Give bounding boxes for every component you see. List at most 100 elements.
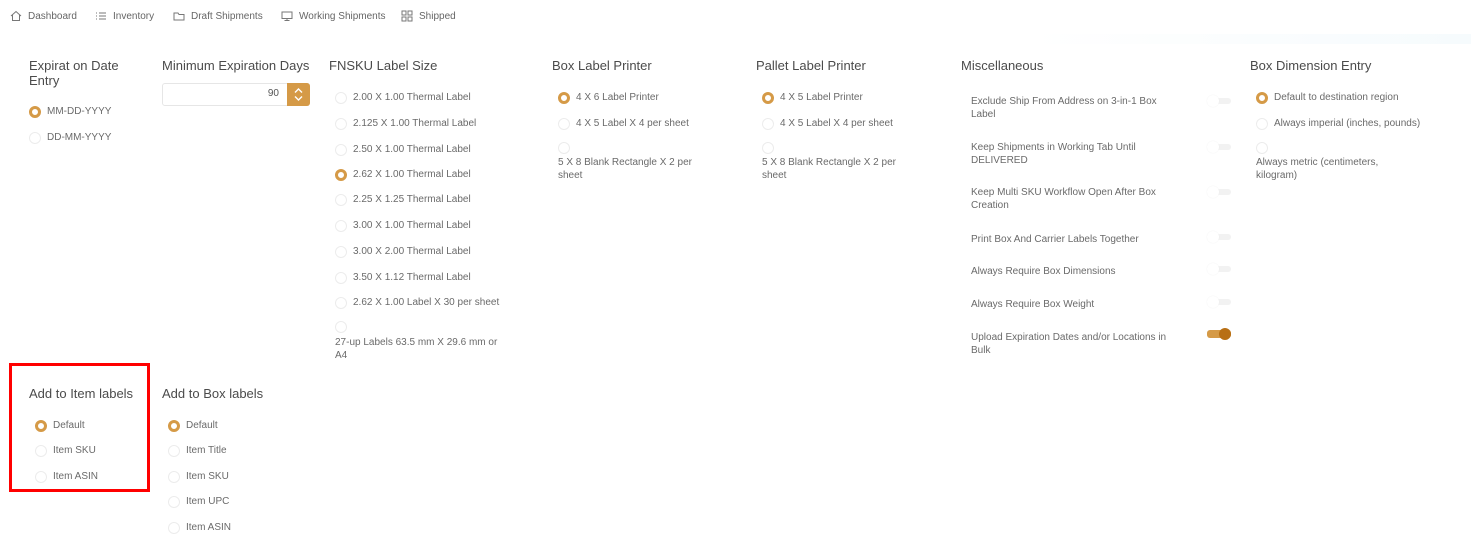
radio-dot[interactable]: [335, 144, 347, 156]
radio-box-printer-2[interactable]: 5 X 8 Blank Rectangle X 2 per sheet: [558, 141, 708, 182]
radio-dot[interactable]: [29, 132, 41, 144]
radio-fnsku-8[interactable]: 2.62 X 1.00 Label X 30 per sheet: [335, 296, 499, 309]
radio-fnsku-2[interactable]: 2.50 X 1.00 Thermal Label: [335, 143, 471, 156]
radio-dot[interactable]: [335, 194, 347, 206]
radio-dot[interactable]: [558, 92, 570, 104]
radio-label: 4 X 5 Label Printer: [780, 92, 863, 103]
misc-row-upload-expiration: Upload Expiration Dates and/or Locations…: [971, 328, 1231, 359]
radio-dot[interactable]: [335, 118, 347, 130]
number-stepper[interactable]: [287, 83, 310, 106]
toggle-knob[interactable]: [1207, 263, 1219, 275]
min-expiration-days-input[interactable]: 90: [162, 83, 310, 106]
nav-draft-shipments[interactable]: Draft Shipments: [173, 10, 263, 22]
misc-label: Upload Expiration Dates and/or Locations…: [971, 332, 1167, 356]
radio-fnsku-1[interactable]: 2.125 X 1.00 Thermal Label: [335, 117, 476, 130]
grid-icon: [401, 10, 413, 22]
monitor-icon: [281, 11, 293, 21]
radio-label: Default to destination region: [1274, 92, 1399, 103]
nav-label: Inventory: [113, 10, 155, 22]
radio-dot[interactable]: [558, 142, 570, 154]
radio-fnsku-7[interactable]: 3.50 X 1.12 Thermal Label: [335, 271, 471, 284]
radio-box-labels-sku[interactable]: Item SKU: [168, 470, 229, 483]
radio-mm-dd-yyyy[interactable]: MM-DD-YYYY: [29, 105, 111, 118]
nav-shipped[interactable]: Shipped: [401, 10, 456, 22]
radio-dot[interactable]: [168, 522, 180, 534]
toggle-require-weight[interactable]: [1207, 296, 1231, 308]
radio-pallet-printer-2[interactable]: 5 X 8 Blank Rectangle X 2 per sheet: [762, 141, 912, 182]
toggle-knob[interactable]: [1207, 95, 1219, 107]
toggle-require-dimensions[interactable]: [1207, 263, 1231, 275]
nav-inventory[interactable]: Inventory: [95, 10, 154, 22]
radio-fnsku-9[interactable]: 27-up Labels 63.5 mm X 29.6 mm or A4: [335, 320, 505, 362]
box-dimension-entry: Box Dimension Entry Default to destinati…: [1250, 58, 1450, 198]
radio-dot[interactable]: [1256, 118, 1268, 130]
radio-label: 4 X 5 Label X 4 per sheet: [780, 118, 893, 129]
stepper-arrows-icon[interactable]: [293, 87, 304, 102]
toggle-print-together[interactable]: [1207, 231, 1231, 243]
radio-dot[interactable]: [762, 92, 774, 104]
radio-dot[interactable]: [168, 420, 180, 432]
nav-label: Shipped: [419, 10, 456, 22]
radio-pallet-printer-0[interactable]: 4 X 5 Label Printer: [762, 91, 863, 104]
toggle-knob[interactable]: [1207, 186, 1219, 198]
radio-dot[interactable]: [335, 246, 347, 258]
radio-dot[interactable]: [335, 272, 347, 284]
radio-dot[interactable]: [335, 321, 347, 333]
miscellaneous: Miscellaneous Exclude Ship From Address …: [961, 58, 1231, 358]
radio-label: 27-up Labels 63.5 mm X 29.6 mm or A4: [335, 337, 498, 361]
section-title: Add to Box labels: [162, 386, 264, 401]
toggle-knob[interactable]: [1207, 231, 1219, 243]
radio-dot[interactable]: [558, 118, 570, 130]
radio-dot[interactable]: [1256, 92, 1268, 104]
radio-box-labels-asin[interactable]: Item ASIN: [168, 521, 231, 534]
radio-dot[interactable]: [168, 471, 180, 483]
radio-dot[interactable]: [168, 445, 180, 457]
radio-label: Default: [186, 420, 218, 431]
radio-dot[interactable]: [29, 106, 41, 118]
toggle-keep-working-tab[interactable]: [1207, 141, 1231, 153]
fnsku-label-size: FNSKU Label Size 2.00 X 1.00 Thermal Lab…: [329, 58, 529, 368]
radio-fnsku-6[interactable]: 3.00 X 2.00 Thermal Label: [335, 245, 471, 258]
toggle-knob[interactable]: [1207, 141, 1219, 153]
radio-box-dim-1[interactable]: Always imperial (inches, pounds): [1256, 117, 1420, 130]
radio-dot[interactable]: [168, 496, 180, 508]
radio-pallet-printer-1[interactable]: 4 X 5 Label X 4 per sheet: [762, 117, 893, 130]
radio-box-labels-upc[interactable]: Item UPC: [168, 495, 229, 508]
radio-fnsku-3[interactable]: 2.62 X 1.00 Thermal Label: [335, 168, 471, 181]
misc-row-require-weight: Always Require Box Weight: [971, 296, 1231, 313]
radio-dd-mm-yyyy[interactable]: DD-MM-YYYY: [29, 131, 111, 144]
misc-label: Always Require Box Dimensions: [971, 266, 1116, 277]
radio-dot[interactable]: [762, 118, 774, 130]
radio-label: Item ASIN: [186, 522, 232, 533]
radio-box-dim-0[interactable]: Default to destination region: [1256, 91, 1399, 104]
radio-dot[interactable]: [335, 220, 347, 232]
toggle-exclude-ship-from[interactable]: [1207, 95, 1231, 107]
toggle-knob[interactable]: [1219, 328, 1231, 340]
nav-dashboard[interactable]: Dashboard: [10, 10, 77, 22]
radio-dot[interactable]: [335, 169, 347, 181]
top-nav: Dashboard Inventory Draft Shipments Work…: [0, 0, 1471, 34]
radio-label: Item SKU: [186, 471, 229, 482]
radio-fnsku-4[interactable]: 2.25 X 1.25 Thermal Label: [335, 193, 471, 206]
radio-box-labels-default[interactable]: Default: [168, 419, 218, 432]
radio-dot[interactable]: [335, 297, 347, 309]
radio-label: 3.50 X 1.12 Thermal Label: [353, 272, 471, 283]
radio-dot[interactable]: [335, 92, 347, 104]
radio-fnsku-0[interactable]: 2.00 X 1.00 Thermal Label: [335, 91, 471, 104]
misc-label: Exclude Ship From Address on 3-in-1 Box …: [971, 96, 1157, 120]
radio-box-dim-2[interactable]: Always metric (centimeters, kilogram): [1256, 141, 1406, 182]
radio-label: 2.62 X 1.00 Label X 30 per sheet: [353, 297, 500, 308]
radio-fnsku-5[interactable]: 3.00 X 1.00 Thermal Label: [335, 219, 471, 232]
nav-working-shipments[interactable]: Working Shipments: [281, 10, 386, 22]
radio-box-printer-1[interactable]: 4 X 5 Label X 4 per sheet: [558, 117, 689, 130]
radio-label: 5 X 8 Blank Rectangle X 2 per sheet: [762, 157, 896, 181]
toggle-multi-sku-workflow[interactable]: [1207, 186, 1231, 198]
radio-box-labels-title[interactable]: Item Title: [168, 444, 227, 457]
radio-box-printer-0[interactable]: 4 X 6 Label Printer: [558, 91, 659, 104]
section-title: Box Label Printer: [552, 58, 652, 73]
radio-dot[interactable]: [762, 142, 774, 154]
toggle-knob[interactable]: [1207, 296, 1219, 308]
radio-dot[interactable]: [1256, 142, 1268, 154]
toggle-upload-expiration[interactable]: [1207, 328, 1231, 340]
nav-label: Dashboard: [28, 10, 77, 22]
